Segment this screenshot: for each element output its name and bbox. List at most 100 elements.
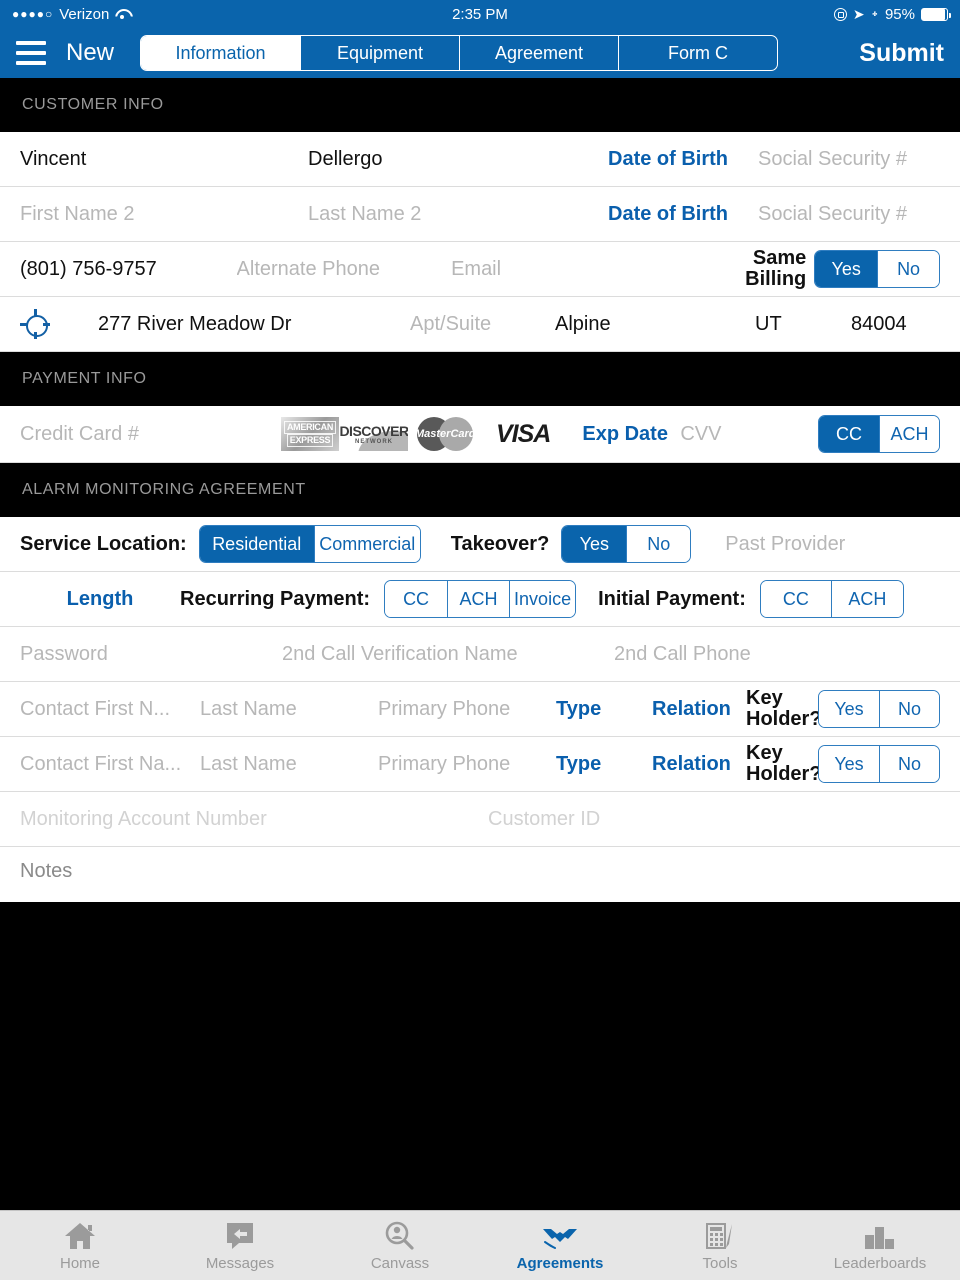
contact-1-last-name-input[interactable]: Last Name (200, 698, 378, 721)
tab-form-c[interactable]: Form C (618, 36, 777, 70)
same-billing-no[interactable]: No (877, 251, 940, 287)
submit-button[interactable]: Submit (859, 39, 944, 68)
gps-target-icon[interactable] (20, 309, 50, 339)
tab-equipment[interactable]: Equipment (300, 36, 459, 70)
ssn-input[interactable]: Social Security # (758, 148, 907, 171)
service-location-commercial[interactable]: Commercial (313, 526, 420, 562)
tab-bar-label-home: Home (59, 1255, 100, 1272)
contact-2-relation-field[interactable]: Relation (652, 753, 746, 776)
contact-1-key-holder-no[interactable]: No (879, 691, 939, 727)
payment-method-cc[interactable]: CC (819, 416, 879, 452)
tab-bar-item-home[interactable]: Home (0, 1211, 160, 1280)
initial-payment-cc[interactable]: CC (760, 581, 831, 617)
form-tabs: Information Equipment Agreement Form C (140, 35, 779, 71)
tab-bar-item-canvass[interactable]: Canvass (320, 1211, 480, 1280)
discover-line-2: NETWORK (355, 439, 393, 445)
credit-card-number-input[interactable]: Credit Card # (20, 423, 281, 446)
ssn-2-input[interactable]: Social Security # (758, 203, 907, 226)
tab-bar-item-leaderboards[interactable]: Leaderboards (800, 1211, 960, 1280)
nav-bar: New Information Equipment Agreement Form… (0, 28, 960, 78)
discover-logo: DISCOVER NETWORK (340, 417, 408, 451)
payment-info-form: Credit Card # AMERICAN EXPRESS DISCOVER … (0, 406, 960, 463)
second-call-phone-input[interactable]: 2nd Call Phone (614, 643, 751, 666)
payment-row: Credit Card # AMERICAN EXPRESS DISCOVER … (0, 406, 960, 463)
mastercard-label: MasterCard (415, 428, 476, 440)
payment-terms-row: Length Recurring Payment: CC ACH Invoice… (0, 572, 960, 627)
tab-bar-label-messages: Messages (205, 1255, 275, 1272)
first-name-input[interactable]: Vincent (20, 148, 308, 171)
service-location-label: Service Location: (20, 532, 187, 555)
status-bar: ●●●●○ Verizon 2:35 PM ➤ ᛭ 95% (0, 0, 960, 28)
street-address-input[interactable]: 277 River Meadow Dr (98, 313, 410, 336)
recurring-payment-cc[interactable]: CC (385, 581, 448, 617)
tab-agreement[interactable]: Agreement (459, 36, 618, 70)
contact-2-key-holder-no[interactable]: No (879, 746, 939, 782)
contact-2-key-holder-yes[interactable]: Yes (819, 746, 879, 782)
notes-row: Notes (0, 847, 960, 902)
contact-2-first-name-input[interactable]: Contact First Na... (20, 753, 200, 776)
last-name-2-input[interactable]: Last Name 2 (308, 203, 608, 226)
recurring-payment-invoice[interactable]: Invoice (509, 581, 576, 617)
zip-input[interactable]: 84004 (851, 313, 907, 336)
messages-icon (225, 1219, 255, 1251)
email-input[interactable]: Email (451, 258, 730, 281)
rotation-lock-icon (833, 7, 847, 21)
password-input[interactable]: Password (20, 643, 282, 666)
contact-1-type-field[interactable]: Type (556, 698, 652, 721)
initial-payment-ach[interactable]: ACH (830, 581, 903, 617)
takeover-toggle: Yes No (561, 525, 692, 563)
tab-bar-item-tools[interactable]: Tools (640, 1211, 800, 1280)
initial-payment-toggle: CC ACH (759, 580, 904, 618)
contact-2-type-field[interactable]: Type (556, 753, 652, 776)
location-arrow-icon: ➤ (852, 5, 865, 22)
contact-2-last-name-input[interactable]: Last Name (200, 753, 378, 776)
amex-line-1: AMERICAN (283, 421, 337, 434)
customer-row-address: 277 River Meadow Dr Apt/Suite Alpine UT … (0, 297, 960, 352)
contact-1-primary-phone-input[interactable]: Primary Phone (378, 698, 556, 721)
customer-id-input[interactable]: Customer ID (488, 808, 600, 831)
last-name-input[interactable]: Dellergo (308, 148, 608, 171)
second-call-verification-name-input[interactable]: 2nd Call Verification Name (282, 643, 614, 666)
takeover-label: Takeover? (450, 532, 550, 555)
status-bar-clock: 2:35 PM (452, 5, 508, 23)
hamburger-menu-icon[interactable] (16, 41, 46, 65)
monitoring-account-number-input[interactable]: Monitoring Account Number (20, 808, 488, 831)
payment-method-ach[interactable]: ACH (879, 416, 939, 452)
tab-bar-label-tools: Tools (702, 1255, 738, 1272)
recurring-payment-ach[interactable]: ACH (447, 581, 510, 617)
takeover-yes[interactable]: Yes (562, 526, 627, 562)
contact-1-key-holder-yes[interactable]: Yes (819, 691, 879, 727)
visa-logo: VISA (496, 419, 551, 448)
cvv-input[interactable]: CVV (680, 423, 790, 446)
exp-date-field[interactable]: Exp Date (582, 423, 680, 446)
discover-line-1: DISCOVER (340, 423, 408, 439)
first-name-2-input[interactable]: First Name 2 (20, 203, 308, 226)
contact-1-relation-field[interactable]: Relation (652, 698, 746, 721)
notes-input[interactable]: Notes (20, 860, 72, 883)
state-input[interactable]: UT (755, 313, 851, 336)
phone-input[interactable]: (801) 756-9757 (20, 258, 237, 281)
recurring-payment-toggle: CC ACH Invoice (384, 580, 577, 618)
past-provider-input[interactable]: Past Provider (725, 533, 845, 556)
date-of-birth-2-field[interactable]: Date of Birth (608, 203, 758, 226)
tab-information[interactable]: Information (141, 36, 301, 70)
alternate-phone-input[interactable]: Alternate Phone (237, 258, 452, 281)
length-field[interactable]: Length (20, 588, 180, 611)
date-of-birth-field[interactable]: Date of Birth (608, 148, 758, 171)
contact-2-primary-phone-input[interactable]: Primary Phone (378, 753, 556, 776)
verification-row: Password 2nd Call Verification Name 2nd … (0, 627, 960, 682)
tab-bar-item-messages[interactable]: Messages (160, 1211, 320, 1280)
service-location-residential[interactable]: Residential (199, 526, 314, 562)
initial-payment-label: Initial Payment: (598, 587, 746, 610)
wifi-icon (115, 8, 130, 20)
takeover-no[interactable]: No (626, 526, 691, 562)
mastercard-logo: MasterCard (409, 417, 491, 451)
same-billing-yes[interactable]: Yes (815, 251, 878, 287)
tab-bar-item-agreements[interactable]: Agreements (480, 1211, 640, 1280)
contact-row: Contact First N... Last Name Primary Pho… (0, 682, 960, 737)
contact-1-first-name-input[interactable]: Contact First N... (20, 698, 200, 721)
tools-icon (705, 1219, 735, 1251)
apt-suite-input[interactable]: Apt/Suite (410, 313, 555, 336)
city-input[interactable]: Alpine (555, 313, 755, 336)
battery-percent-label: 95% (884, 5, 915, 23)
